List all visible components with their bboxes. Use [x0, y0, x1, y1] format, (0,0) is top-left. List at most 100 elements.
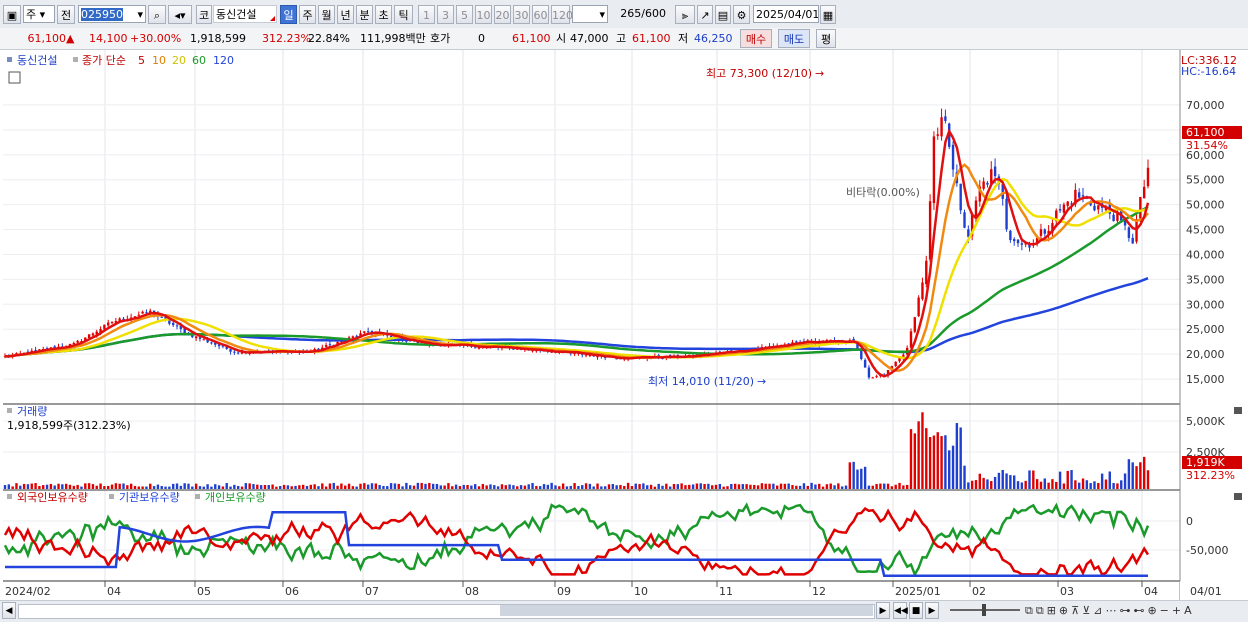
- volume-bar: [194, 483, 198, 489]
- volume-bar: [825, 484, 829, 489]
- period-tab-year[interactable]: 년: [337, 5, 354, 24]
- stop-icon[interactable]: ■: [909, 602, 923, 619]
- volume-bar: [267, 485, 270, 489]
- count-input[interactable]: 265/600: [612, 5, 668, 23]
- market-select[interactable]: 주 ▾: [23, 5, 55, 23]
- open-price: 47,000: [570, 32, 609, 45]
- volume-bar: [409, 485, 412, 489]
- interval-custom-select[interactable]: ▾: [572, 5, 608, 23]
- candle-body: [107, 322, 110, 326]
- status-bar: ◀ ▶ ◀◀ ■ ▶ ⧉⧉⊞⊕⊼⊻⊿⋯⊶⊷⊕−+A: [0, 600, 1248, 622]
- current-pct-axis-label: 31.54%: [1186, 139, 1228, 152]
- volume-bar: [271, 484, 274, 489]
- speaker-icon[interactable]: ◂▾: [168, 5, 192, 24]
- rewind-icon[interactable]: ◀◀: [893, 602, 908, 619]
- volume-bar: [959, 427, 962, 489]
- candle-body: [72, 342, 76, 344]
- volume-bar: [451, 486, 454, 489]
- calendar-icon[interactable]: ▦: [820, 5, 836, 24]
- prev-button[interactable]: 전: [57, 5, 75, 24]
- volume-bar: [248, 483, 251, 489]
- scroll-thumb[interactable]: [500, 605, 873, 616]
- volume-bar: [172, 483, 175, 489]
- candle-body: [1013, 239, 1016, 242]
- volume-bar: [684, 485, 687, 489]
- candle-body: [363, 331, 366, 333]
- candle-type-icon[interactable]: ⫸: [675, 5, 695, 24]
- volume-bar: [473, 484, 477, 489]
- volume-bar: [714, 484, 718, 489]
- interval-60[interactable]: 60: [532, 5, 549, 24]
- volume-bar: [378, 485, 381, 489]
- evaluate-button[interactable]: 평: [816, 29, 836, 48]
- toolbar-icons[interactable]: ⧉⧉⊞⊕⊼⊻⊿⋯⊶⊷⊕−+A: [1025, 604, 1195, 618]
- period-tab-minute[interactable]: 분: [356, 5, 373, 24]
- period-tab-second[interactable]: 초: [375, 5, 392, 24]
- volume-bar: [389, 483, 393, 489]
- volume-bar: [1013, 475, 1016, 489]
- volume-bar: [565, 486, 569, 489]
- volume-bar: [1047, 482, 1050, 489]
- volume-bar: [252, 484, 255, 489]
- market-badge[interactable]: 코: [196, 5, 212, 24]
- volume-bar: [890, 486, 894, 489]
- volume-bar: [1116, 483, 1119, 489]
- interval-10[interactable]: 10: [475, 5, 492, 24]
- volume-bar: [1139, 462, 1142, 489]
- gear-icon[interactable]: ⚙: [733, 5, 750, 24]
- volume-bar: [756, 485, 760, 489]
- scroll-left-button[interactable]: ◀: [2, 602, 16, 619]
- window-menu-icon[interactable]: ▣: [3, 5, 21, 24]
- scroll-right-button[interactable]: ▶: [876, 602, 890, 619]
- sell-button[interactable]: 매도: [778, 29, 810, 48]
- zoom-slider-thumb[interactable]: [982, 604, 986, 616]
- volume-bar: [611, 484, 615, 489]
- volume-last-label: 1,919K: [1186, 456, 1225, 469]
- candle-body: [202, 339, 205, 341]
- volume-bar: [516, 486, 519, 489]
- search-icon[interactable]: ⌕: [148, 5, 166, 24]
- volume-bar: [741, 484, 744, 489]
- period-tab-week[interactable]: 주: [299, 5, 316, 24]
- interval-3[interactable]: 3: [437, 5, 454, 24]
- volume-bar: [64, 483, 68, 489]
- volume-bar: [1131, 462, 1134, 489]
- interval-20[interactable]: 20: [494, 5, 511, 24]
- volume-bar: [156, 484, 160, 489]
- candle-body: [1081, 195, 1085, 197]
- volume-bar: [95, 485, 98, 489]
- interval-120[interactable]: 120: [551, 5, 573, 24]
- interval-1[interactable]: 1: [418, 5, 435, 24]
- period-tab-month[interactable]: 월: [318, 5, 335, 24]
- candle-body: [963, 212, 966, 228]
- date-input[interactable]: 2025/04/01: [753, 5, 819, 23]
- pane-close-icon: [1234, 493, 1242, 500]
- play-icon[interactable]: ▶: [925, 602, 939, 619]
- buy-button[interactable]: 매수: [740, 29, 772, 48]
- x-tick-label: 09: [557, 585, 571, 598]
- volume-bar: [737, 484, 741, 489]
- candle-body: [1097, 205, 1100, 210]
- volume-bar: [393, 483, 397, 489]
- volume-bar: [1055, 481, 1058, 489]
- volume-bar: [202, 486, 205, 489]
- volume-bar: [554, 485, 557, 489]
- volume-bar: [183, 483, 186, 489]
- volume-bar: [229, 486, 232, 489]
- save-icon[interactable]: ▤: [715, 5, 731, 24]
- hc-label: HC:-16.64: [1181, 65, 1236, 78]
- draw-tool-icon[interactable]: ↗: [697, 5, 713, 24]
- volume-bar: [699, 483, 702, 489]
- period-tab-day[interactable]: 일: [280, 5, 297, 24]
- candle-body: [974, 200, 978, 217]
- candle-body: [141, 311, 144, 314]
- interval-5[interactable]: 5: [456, 5, 473, 24]
- x-tick-label: 11: [719, 585, 733, 598]
- volume-bar: [1043, 478, 1046, 489]
- trade-amount: 111,998백만: [360, 32, 426, 45]
- chart-canvas[interactable]: 동신건설 종가 단순 5 10 20 60 120 거래량 1,918,599주…: [0, 50, 1248, 600]
- interval-30[interactable]: 30: [513, 5, 530, 24]
- period-tab-tick[interactable]: 틱: [394, 5, 413, 24]
- volume-bar: [925, 428, 928, 489]
- stock-code-input[interactable]: 025950 ▾: [78, 5, 146, 23]
